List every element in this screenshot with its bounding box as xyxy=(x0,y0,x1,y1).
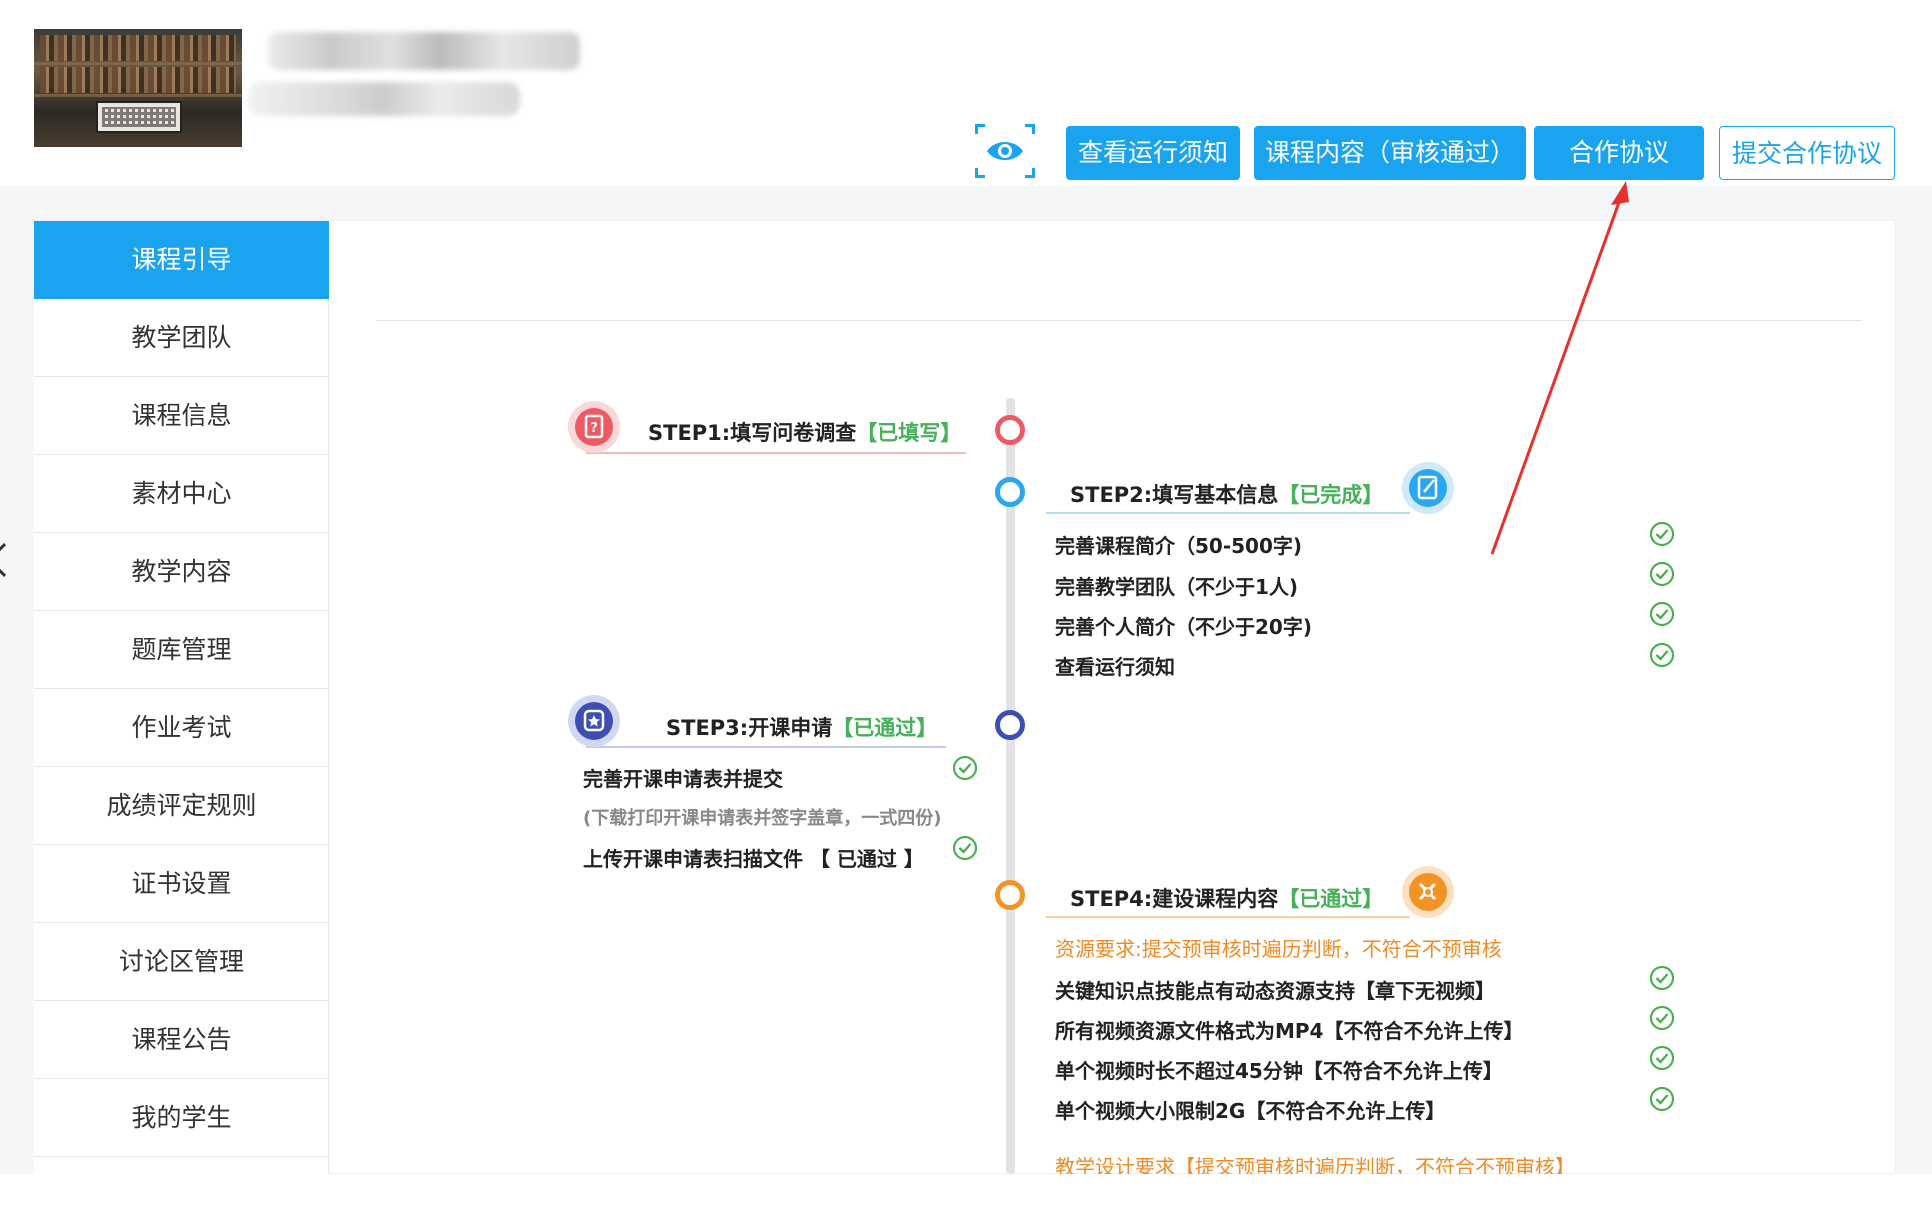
page: 查看运行须知 课程内容（审核通过） 合作协议 提交合作协议 课程引导 教学团队 … xyxy=(0,0,1932,1226)
step3-note: (下载打印开课申请表并签字盖章，一式四份) xyxy=(583,808,942,829)
step4-underline xyxy=(1046,916,1410,918)
step2-title: STEP2:填写基本信息【已完成】 xyxy=(1070,479,1383,509)
step1-underline xyxy=(586,452,966,454)
sidebar-item-question-bank[interactable]: 题库管理 xyxy=(34,611,329,689)
step4-item: 关键知识点技能点有动态资源支持【章下无视频】 xyxy=(1055,979,1495,1003)
view-notice-button[interactable]: 查看运行须知 xyxy=(1066,126,1240,180)
check-circle-icon xyxy=(952,835,978,861)
course-cover-image xyxy=(34,29,242,147)
step4-item: 单个视频时长不超过45分钟【不符合不允许上传】 xyxy=(1055,1059,1503,1083)
sidebar-item-teaching-content[interactable]: 教学内容 xyxy=(34,533,329,611)
step2-badge xyxy=(1402,462,1454,514)
step4-dot xyxy=(995,880,1025,910)
sidebar: 课程引导 教学团队 课程信息 素材中心 教学内容 题库管理 作业考试 成绩评定规… xyxy=(34,221,329,1174)
step2-item: 查看运行须知 xyxy=(1055,655,1175,679)
apply-icon xyxy=(583,709,605,732)
step1-title: STEP1:填写问卷调查【已填写】 xyxy=(648,417,961,447)
svg-text:?: ? xyxy=(590,421,598,436)
step1-status: 【已填写】 xyxy=(856,421,962,445)
step4-badge xyxy=(1402,866,1454,918)
check-circle-icon xyxy=(952,755,978,781)
step1-dot xyxy=(995,415,1025,445)
check-circle-icon xyxy=(1649,1045,1675,1071)
step2-item: 完善个人简介（不少于20字) xyxy=(1055,615,1312,639)
step3-item: 完善开课申请表并提交 xyxy=(583,767,783,791)
step3-dot xyxy=(995,710,1025,740)
step2-dot xyxy=(995,477,1025,507)
sidebar-item-discussion[interactable]: 讨论区管理 xyxy=(34,923,329,1001)
sidebar-item-announcement[interactable]: 课程公告 xyxy=(34,1001,329,1079)
step3-underline xyxy=(586,746,946,748)
step3-title: STEP3:开课申请【已通过】 xyxy=(666,712,937,742)
sidebar-item-material-center[interactable]: 素材中心 xyxy=(34,455,329,533)
agreement-button[interactable]: 合作协议 xyxy=(1534,126,1704,180)
step2-item: 完善课程简介（50-500字) xyxy=(1055,534,1303,558)
sidebar-item-course-info[interactable]: 课程信息 xyxy=(34,377,329,455)
eye-icon xyxy=(987,142,1023,160)
step2-title-text: STEP2:填写基本信息 xyxy=(1070,483,1279,507)
sidebar-item-my-students[interactable]: 我的学生 xyxy=(34,1079,329,1157)
step3-item[interactable]: 上传开课申请表扫描文件 【 已通过 】 xyxy=(583,843,924,872)
step2-underline xyxy=(1046,512,1410,514)
step2-status: 【已完成】 xyxy=(1278,483,1384,507)
check-circle-icon xyxy=(1649,521,1675,547)
bottom-strip xyxy=(0,1174,1932,1226)
step3-badge xyxy=(568,695,620,747)
step2-item: 完善教学团队（不少于1人) xyxy=(1055,575,1299,599)
course-subtitle-blurred xyxy=(248,82,520,116)
step3-title-text: STEP3:开课申请 xyxy=(666,716,833,740)
sidebar-item-grading-rules[interactable]: 成绩评定规则 xyxy=(34,767,329,845)
sidebar-item-homework-exam[interactable]: 作业考试 xyxy=(34,689,329,767)
step4-item: 单个视频大小限制2G【不符合不允许上传】 xyxy=(1055,1099,1446,1123)
check-circle-icon xyxy=(1649,1086,1675,1112)
timeline-line xyxy=(1006,398,1015,1174)
step4-title-text: STEP4:建设课程内容 xyxy=(1070,887,1279,911)
sidebar-item-course-guide[interactable]: 课程引导 xyxy=(34,221,329,299)
step4-resource-requirement: 资源要求:提交预审核时遍历判断，不符合不预审核 xyxy=(1055,937,1502,961)
step3-status: 【已通过】 xyxy=(832,716,938,740)
sidebar-item-teaching-team[interactable]: 教学团队 xyxy=(34,299,329,377)
preview-eye-button[interactable] xyxy=(975,124,1035,178)
edit-icon xyxy=(1417,475,1438,500)
course-header: 查看运行须知 课程内容（审核通过） 合作协议 提交合作协议 xyxy=(0,0,1932,186)
build-icon xyxy=(1418,882,1437,901)
sidebar-item-certificate[interactable]: 证书设置 xyxy=(34,845,329,923)
submit-agreement-button[interactable]: 提交合作协议 xyxy=(1719,126,1895,180)
step4-item: 所有视频资源文件格式为MP4【不符合不允许上传】 xyxy=(1055,1019,1524,1043)
check-circle-icon xyxy=(1649,965,1675,991)
step1-badge: ? xyxy=(568,401,620,453)
course-title-blurred xyxy=(268,32,580,70)
step1-title-text: STEP1:填写问卷调查 xyxy=(648,421,857,445)
check-circle-icon xyxy=(1649,1005,1675,1031)
check-circle-icon xyxy=(1649,642,1675,668)
survey-icon: ? xyxy=(584,414,604,439)
check-circle-icon xyxy=(1649,601,1675,627)
step4-title: STEP4:建设课程内容【已通过】 xyxy=(1070,883,1383,913)
check-circle-icon xyxy=(1649,561,1675,587)
step4-status: 【已通过】 xyxy=(1278,887,1384,911)
qr-code-icon xyxy=(96,101,182,133)
course-content-button[interactable]: 课程内容（审核通过） xyxy=(1254,126,1526,180)
content-divider xyxy=(376,320,1862,321)
